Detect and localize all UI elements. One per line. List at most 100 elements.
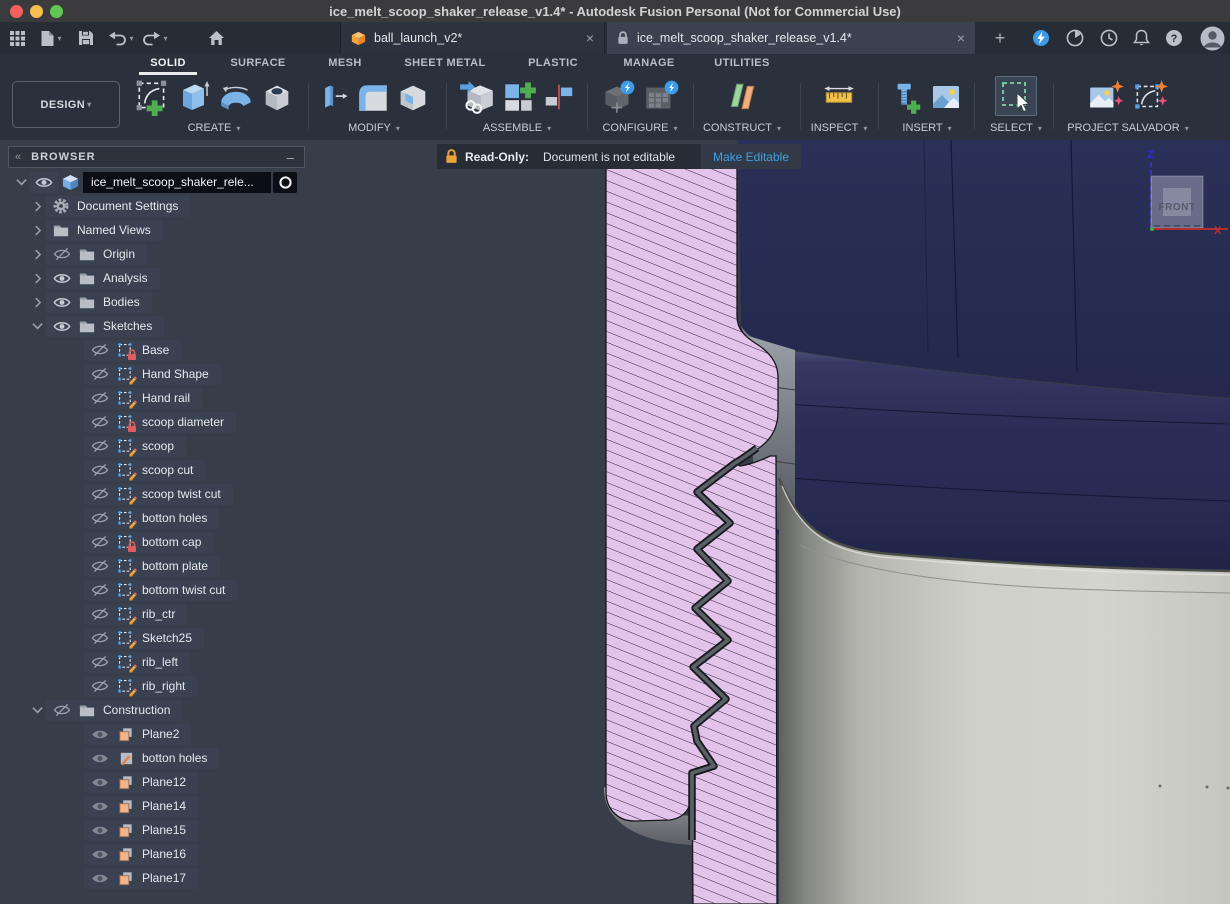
caret-down-icon[interactable]: ▾ <box>948 124 952 133</box>
home-view-button[interactable] <box>186 22 246 54</box>
job-status-icon[interactable] <box>1032 29 1050 52</box>
measure-icon[interactable] <box>820 78 858 116</box>
root-component-name[interactable]: ice_melt_scoop_shaker_rele... <box>83 172 271 193</box>
fillet-icon[interactable] <box>354 78 392 116</box>
tree-item-root-component[interactable]: ice_melt_scoop_shaker_rele... <box>8 170 306 194</box>
eye-dim-icon[interactable] <box>91 752 109 765</box>
group-label[interactable]: INSERT <box>902 122 942 134</box>
make-editable-button[interactable]: Make Editable <box>701 144 801 169</box>
caret-down-icon[interactable]: ▾ <box>547 124 551 133</box>
eye-slash-icon[interactable] <box>91 511 109 525</box>
tree-item-sketch-bottom-cap[interactable]: bottom cap <box>8 530 306 554</box>
caret-down-icon[interactable]: ▾ <box>1038 124 1042 133</box>
avatar[interactable] <box>1200 26 1225 56</box>
group-label[interactable]: CONFIGURE <box>602 122 668 134</box>
tree-item-plane16[interactable]: Plane16 <box>8 842 306 866</box>
extrude-icon[interactable] <box>176 78 212 116</box>
tab-mesh[interactable]: MESH <box>328 57 361 69</box>
group-label[interactable]: PROJECT SALVADOR <box>1067 122 1179 134</box>
insert-fastener-icon[interactable] <box>890 78 924 116</box>
chevron-right-icon[interactable] <box>28 297 46 308</box>
app-grid-icon[interactable] <box>0 22 34 54</box>
eye-slash-icon[interactable] <box>91 631 109 645</box>
tree-item-plane15[interactable]: Plane15 <box>8 818 306 842</box>
eye-slash-icon[interactable] <box>91 583 109 597</box>
chevron-right-icon[interactable] <box>28 249 46 260</box>
eye-slash-icon[interactable] <box>91 343 109 357</box>
create-sketch-icon[interactable] <box>134 78 172 116</box>
eye-dim-icon[interactable] <box>91 824 109 837</box>
configuration-icon[interactable] <box>600 78 638 116</box>
new-component-icon[interactable] <box>500 78 538 116</box>
help-icon[interactable]: ? <box>1165 29 1183 52</box>
group-label[interactable]: CREATE <box>188 122 232 134</box>
caret-down-icon[interactable]: ▾ <box>396 124 400 133</box>
notifications-bell-icon[interactable] <box>1133 29 1150 52</box>
caret-down-icon[interactable]: ▾ <box>777 124 781 133</box>
tree-item-sketch-rib-left[interactable]: rib_left <box>8 650 306 674</box>
eye-slash-icon[interactable] <box>53 703 71 717</box>
close-tab-icon[interactable]: × <box>957 30 965 46</box>
shell-icon[interactable] <box>396 78 430 116</box>
tree-item-sketch-hand-shape[interactable]: Hand Shape <box>8 362 306 386</box>
eye-slash-icon[interactable] <box>91 679 109 693</box>
caret-down-icon[interactable]: ▾ <box>863 124 867 133</box>
tab-manage[interactable]: MANAGE <box>623 57 674 69</box>
eye-slash-icon[interactable] <box>91 391 109 405</box>
caret-down-icon[interactable]: ▾ <box>673 124 677 133</box>
eye-slash-icon[interactable] <box>91 559 109 573</box>
tab-utilities[interactable]: UTILITIES <box>714 57 770 69</box>
panel-minimize-icon[interactable]: – <box>287 150 294 165</box>
eye-slash-icon[interactable] <box>91 607 109 621</box>
tree-item-sketch-base[interactable]: Base <box>8 338 306 362</box>
new-tab-button[interactable]: + <box>988 26 1012 50</box>
tab-sheet-metal[interactable]: SHEET METAL <box>404 57 485 69</box>
eye-dim-icon[interactable] <box>91 800 109 813</box>
tree-item-sketch-bottom-twist-cut[interactable]: bottom twist cut <box>8 578 306 602</box>
canvas-icon[interactable] <box>928 78 964 116</box>
eye-slash-icon[interactable] <box>91 439 109 453</box>
configuration-table-icon[interactable] <box>642 78 680 116</box>
select-window-icon[interactable] <box>997 78 1035 114</box>
eye-slash-icon[interactable] <box>91 415 109 429</box>
chevron-right-icon[interactable] <box>28 225 46 236</box>
tree-item-sketch25[interactable]: Sketch25 <box>8 626 306 650</box>
tree-item-sketch-bottom-plate[interactable]: bottom plate <box>8 554 306 578</box>
caret-down-icon[interactable]: ▾ <box>163 34 167 43</box>
eye-slash-icon[interactable] <box>91 487 109 501</box>
press-pull-icon[interactable] <box>318 78 350 116</box>
hole-icon[interactable] <box>260 78 294 116</box>
activate-component-radio[interactable] <box>273 172 297 193</box>
caret-down-icon[interactable]: ▾ <box>236 124 240 133</box>
group-label[interactable]: CONSTRUCT <box>703 122 772 134</box>
tab-surface[interactable]: SURFACE <box>230 57 285 69</box>
panel-collapse-icon[interactable]: « <box>15 151 21 163</box>
model-viewport[interactable]: Z FRONT X Read-Only: Document is not edi… <box>0 140 1230 904</box>
joint-icon[interactable] <box>542 78 576 116</box>
save-button[interactable] <box>68 22 104 54</box>
history-clock-icon[interactable] <box>1100 29 1118 52</box>
tree-item-sketch-scoop[interactable]: scoop <box>8 434 306 458</box>
eye-slash-icon[interactable] <box>91 535 109 549</box>
tab-plastic[interactable]: PLASTIC <box>528 57 578 69</box>
chevron-right-icon[interactable] <box>28 201 46 212</box>
construction-plane-icon[interactable] <box>722 78 762 116</box>
insert-derive-icon[interactable] <box>458 78 496 116</box>
document-tab-ball-launch[interactable]: ball_launch_v2* × <box>340 22 605 54</box>
group-label[interactable]: SELECT <box>990 122 1033 134</box>
eye-slash-icon[interactable] <box>91 367 109 381</box>
group-label[interactable]: MODIFY <box>348 122 391 134</box>
tree-item-sketches[interactable]: Sketches <box>8 314 306 338</box>
caret-down-icon[interactable]: ▾ <box>1185 124 1189 133</box>
tree-item-sketch-rib-ctr[interactable]: rib_ctr <box>8 602 306 626</box>
revolve-icon[interactable] <box>216 78 256 116</box>
ai-image-icon[interactable] <box>1086 78 1126 116</box>
tree-item-bodies[interactable]: Bodies <box>8 290 306 314</box>
tree-item-plane17[interactable]: Plane17 <box>8 866 306 890</box>
tree-item-plane12[interactable]: Plane12 <box>8 770 306 794</box>
redo-button[interactable]: ▾ <box>138 22 172 54</box>
tree-item-sketch-botton-holes[interactable]: botton holes <box>8 506 306 530</box>
tree-item-sketch-scoop-cut[interactable]: scoop cut <box>8 458 306 482</box>
eye-icon[interactable] <box>53 272 71 285</box>
group-label[interactable]: INSPECT <box>811 122 859 134</box>
